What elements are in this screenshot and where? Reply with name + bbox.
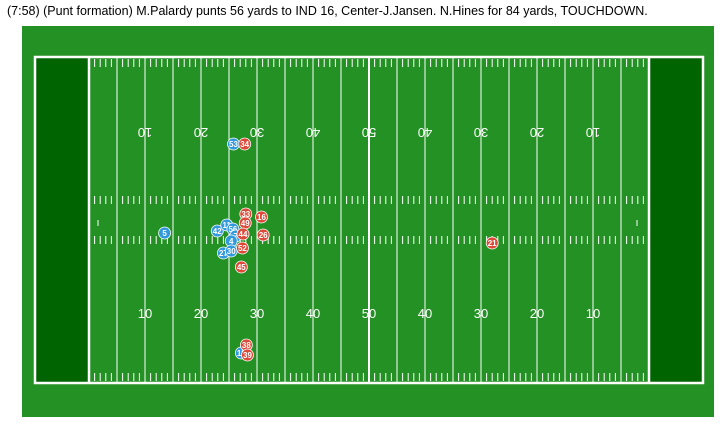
yard-number-top: 40 [306, 125, 320, 140]
yard-number-bottom: 10 [586, 306, 600, 321]
player-number: 26 [259, 231, 268, 240]
player-number: 53 [229, 140, 238, 149]
yard-number-bottom: 10 [138, 306, 152, 321]
yard-number-bottom: 50 [362, 306, 376, 321]
red-player-marker: 52 [236, 241, 249, 255]
player-number: 39 [243, 351, 252, 360]
left-endzone [35, 57, 89, 383]
right-endzone [649, 57, 703, 383]
yard-number-bottom: 30 [250, 306, 264, 321]
red-player-marker: 39 [241, 348, 254, 362]
yard-number-top: 30 [474, 125, 488, 140]
yard-lines [87, 57, 651, 383]
yard-number-bottom: 20 [194, 306, 208, 321]
player-number: 30 [227, 247, 236, 256]
yard-number-bottom: 20 [530, 306, 544, 321]
football-field: 10 10 20 20 30 30 40 40 50 50 40 40 30 30 20 20 10 10 53 5… [22, 26, 714, 417]
blue-player-marker: 53 [227, 137, 240, 151]
player-number: 45 [237, 263, 246, 272]
red-player-marker: 26 [256, 228, 270, 242]
player-number: 44 [239, 230, 248, 239]
yard-number-top: 10 [138, 125, 152, 140]
yard-number-top: 20 [194, 125, 208, 140]
player-number: 21 [488, 239, 497, 248]
red-player-marker: 49 [238, 216, 252, 230]
player-number: 52 [238, 244, 247, 253]
player-number: 16 [257, 213, 266, 222]
blue-player-marker: 5 [158, 226, 172, 240]
red-player-marker: 16 [255, 210, 268, 224]
player-number: 49 [241, 219, 250, 228]
red-player-marker: 34 [238, 137, 252, 151]
player-number: 42 [213, 227, 222, 236]
red-player-marker: 44 [236, 227, 250, 241]
yard-number-top: 40 [418, 125, 432, 140]
blue-player-marker: 30 [224, 244, 238, 258]
yard-number-bottom: 40 [418, 306, 432, 321]
yard-number-bottom: 30 [474, 306, 488, 321]
red-player-marker: 21 [485, 236, 499, 250]
yard-number-top: 50 [362, 125, 376, 140]
yard-number-bottom: 40 [306, 306, 320, 321]
player-number: 38 [242, 341, 251, 350]
player-number: 34 [240, 140, 249, 149]
red-player-marker: 45 [234, 260, 248, 274]
yard-number-top: 20 [530, 125, 544, 140]
yard-number-top: 10 [586, 125, 600, 140]
yard-number-top: 30 [250, 125, 264, 140]
player-number: 5 [162, 229, 167, 238]
